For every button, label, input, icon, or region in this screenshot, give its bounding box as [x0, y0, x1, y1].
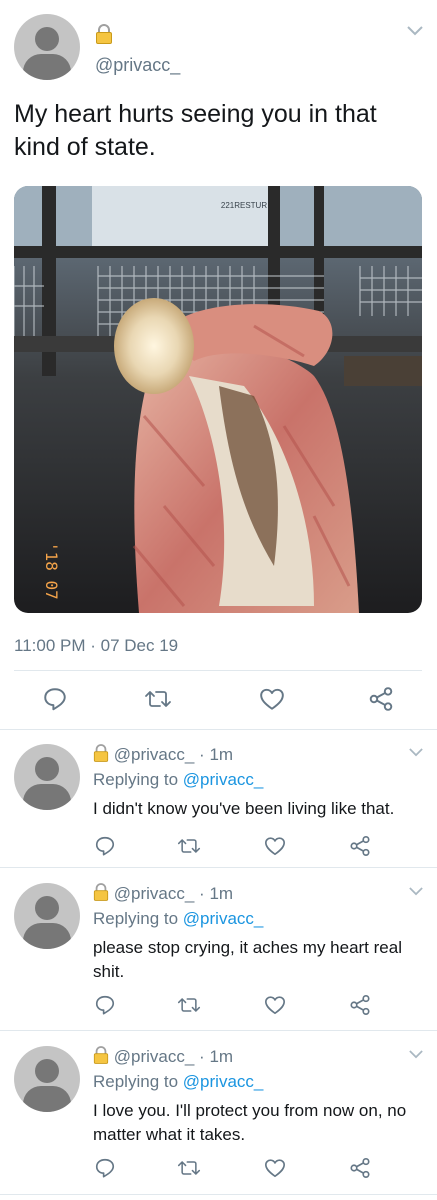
lock-icon — [93, 1046, 109, 1064]
meta-separator: · — [199, 1047, 205, 1066]
share-icon — [350, 1158, 370, 1178]
chevron-down-icon[interactable] — [409, 887, 423, 896]
reply-meta: @privacc_ · 1m — [93, 883, 233, 904]
replying-to: Replying to @privacc_ — [93, 1072, 263, 1092]
share-icon — [369, 687, 393, 711]
author-handle[interactable]: @privacc_ — [114, 884, 195, 903]
heart-icon — [265, 837, 285, 856]
photo-sign-text: 221RESTUR — [221, 201, 267, 210]
reply-button[interactable] — [90, 990, 120, 1020]
reply-icon — [95, 1158, 115, 1178]
replying-to: Replying to @privacc_ — [93, 770, 263, 790]
retweet-icon — [145, 691, 171, 707]
lock-icon — [93, 744, 109, 762]
share-button[interactable] — [345, 1153, 375, 1183]
tweet-timestamp[interactable]: 11:00 PM · 07 Dec 19 — [14, 636, 178, 656]
reply-actions — [0, 1153, 437, 1183]
meta-separator: · — [199, 884, 205, 903]
retweet-icon — [177, 839, 201, 853]
share-icon — [350, 995, 370, 1015]
meta-separator: · — [199, 745, 205, 764]
tweet-text: My heart hurts seeing you in that kind o… — [14, 100, 377, 161]
reply-button[interactable] — [90, 1153, 120, 1183]
like-button[interactable] — [260, 831, 290, 861]
reply-time: 1m — [209, 1047, 234, 1066]
reply-actions — [0, 831, 437, 861]
reply-icon — [95, 995, 115, 1015]
replying-to-link[interactable]: @privacc_ — [183, 909, 264, 928]
lock-icon — [93, 883, 109, 901]
tweet-photo[interactable]: 221RESTUR '18 07 — [14, 186, 422, 613]
author-handle[interactable]: @privacc_ — [95, 55, 180, 76]
divider — [14, 670, 422, 671]
retweet-button[interactable] — [174, 831, 204, 861]
reply-tweet[interactable]: @privacc_ · 1m Replying to @privacc_ ple… — [0, 869, 437, 1030]
chevron-down-icon[interactable] — [409, 748, 423, 757]
author-handle[interactable]: @privacc_ — [114, 1047, 195, 1066]
reply-text: I love you. I'll protect you from now on… — [93, 1101, 407, 1144]
share-icon — [350, 836, 370, 856]
like-button[interactable] — [260, 990, 290, 1020]
replying-to-link[interactable]: @privacc_ — [183, 1072, 264, 1091]
retweet-button[interactable] — [143, 684, 173, 714]
reply-text: I didn't know you've been living like th… — [93, 799, 395, 818]
avatar[interactable] — [14, 744, 80, 810]
reply-icon — [44, 688, 66, 711]
heart-icon — [265, 1159, 285, 1178]
divider — [0, 867, 437, 868]
heart-icon — [260, 688, 284, 710]
share-button[interactable] — [345, 990, 375, 1020]
reply-time: 1m — [209, 884, 234, 903]
reply-meta: @privacc_ · 1m — [93, 744, 233, 765]
retweet-icon — [177, 998, 201, 1012]
reply-tweet[interactable]: @privacc_ · 1m Replying to @privacc_ I d… — [0, 730, 437, 867]
share-button[interactable] — [345, 831, 375, 861]
reply-tweet[interactable]: @privacc_ · 1m Replying to @privacc_ I l… — [0, 1032, 437, 1194]
heart-icon — [265, 996, 285, 1015]
replying-to-link[interactable]: @privacc_ — [183, 770, 264, 789]
avatar[interactable] — [14, 14, 80, 80]
retweet-button[interactable] — [174, 990, 204, 1020]
reply-button[interactable] — [40, 684, 70, 714]
like-button[interactable] — [257, 684, 287, 714]
author-handle[interactable]: @privacc_ — [114, 745, 195, 764]
reply-meta: @privacc_ · 1m — [93, 1046, 233, 1067]
reply-actions — [0, 990, 437, 1020]
photo-date-stamp: '18 07 — [42, 542, 61, 600]
divider — [0, 1030, 437, 1031]
chevron-down-icon[interactable] — [407, 26, 423, 36]
reply-icon — [95, 836, 115, 856]
avatar[interactable] — [14, 1046, 80, 1112]
avatar[interactable] — [14, 883, 80, 949]
like-button[interactable] — [260, 1153, 290, 1183]
replying-to-label: Replying to — [93, 1072, 179, 1091]
replying-to-label: Replying to — [93, 909, 179, 928]
retweet-icon — [177, 1161, 201, 1175]
reply-time: 1m — [209, 745, 234, 764]
share-button[interactable] — [366, 684, 396, 714]
retweet-button[interactable] — [174, 1153, 204, 1183]
tweet-actions — [0, 684, 437, 714]
replying-to-label: Replying to — [93, 770, 179, 789]
replying-to: Replying to @privacc_ — [93, 909, 263, 929]
lock-icon — [96, 24, 112, 44]
chevron-down-icon[interactable] — [409, 1050, 423, 1059]
reply-button[interactable] — [90, 831, 120, 861]
divider — [0, 1194, 437, 1195]
reply-text: please stop crying, it aches my heart re… — [93, 938, 402, 981]
